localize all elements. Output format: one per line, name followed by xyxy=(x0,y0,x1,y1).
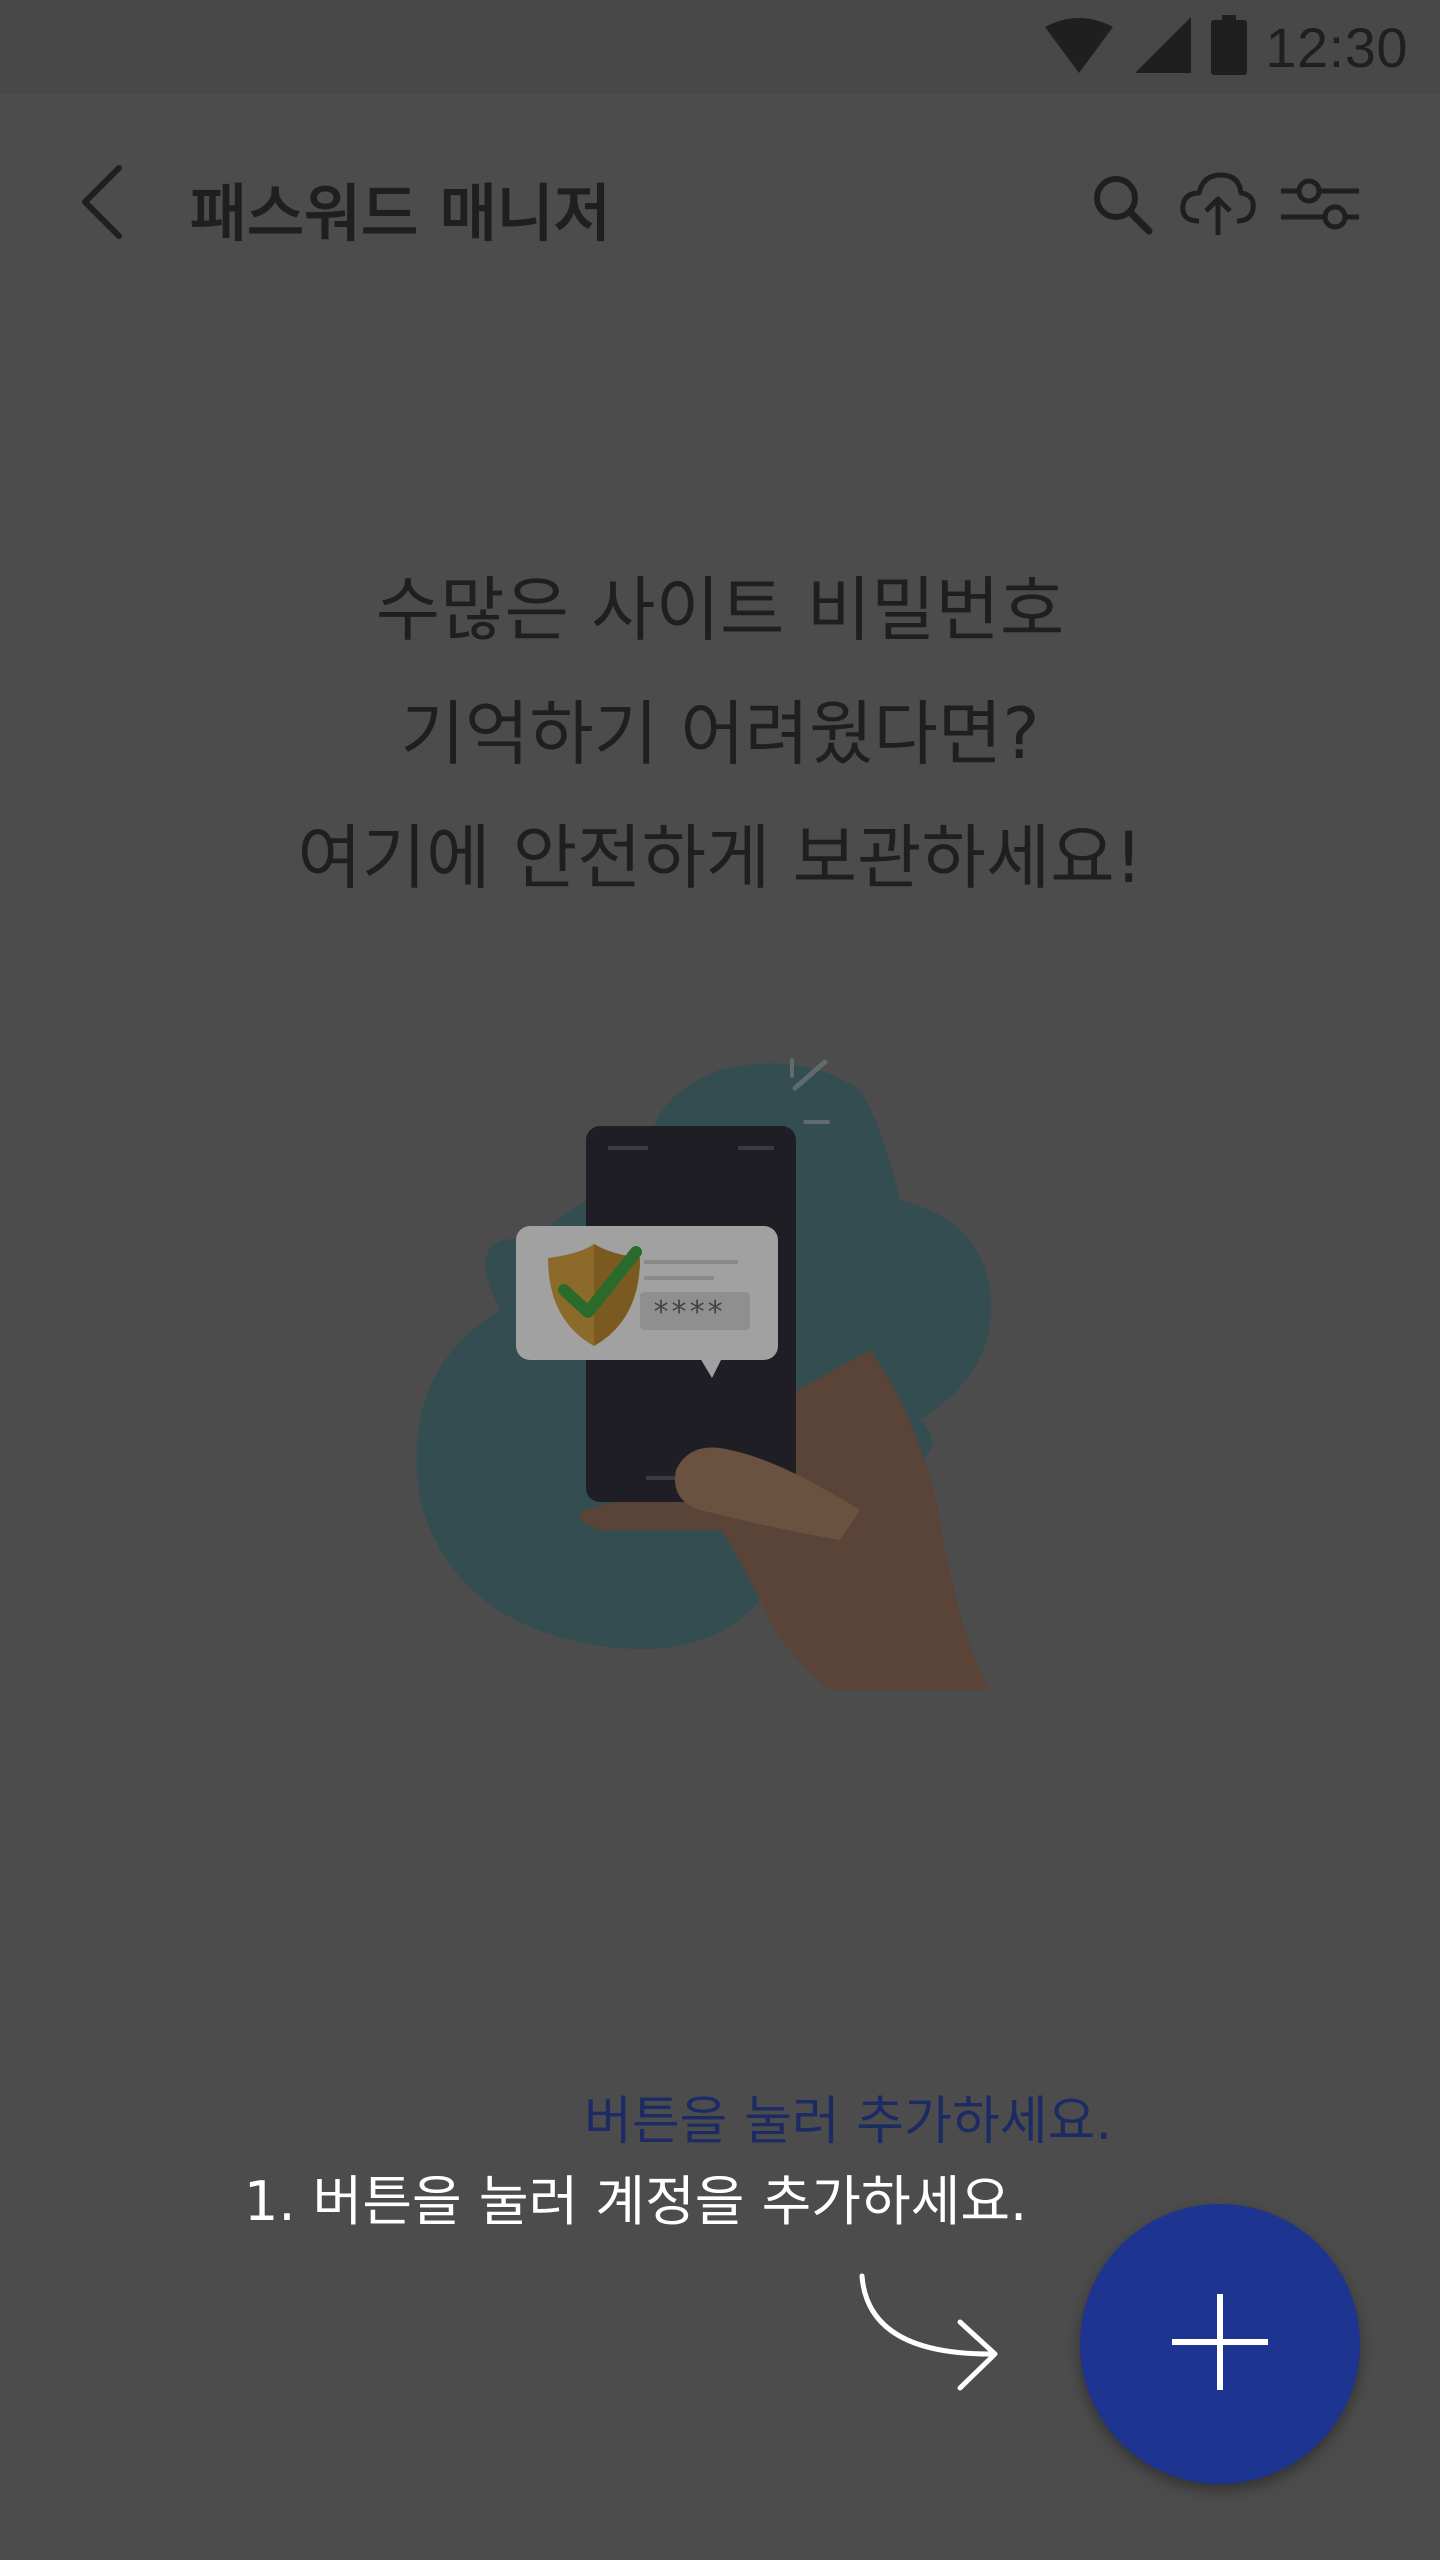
empty-state-illustration: **** xyxy=(400,1040,1020,1730)
password-mask-text: **** xyxy=(652,1295,724,1330)
hint-behind-overlay: 버튼을 눌러 추가하세요. xyxy=(584,2092,1112,2152)
battery-icon xyxy=(1211,15,1248,79)
empty-state-line-1: 수많은 사이트 비밀번호 xyxy=(375,569,1065,651)
plus-icon xyxy=(1170,2292,1270,2396)
filter-settings-button[interactable] xyxy=(1278,164,1362,248)
filter-settings-icon xyxy=(1279,173,1361,239)
search-icon xyxy=(1091,173,1153,239)
empty-state-line-3: 여기에 안전하게 보관하세요! xyxy=(297,817,1143,899)
status-bar: 12:30 xyxy=(0,0,1440,94)
signal-icon xyxy=(1133,15,1193,79)
curved-arrow-icon xyxy=(850,2270,1010,2400)
coach-mark-hint: 1. 버튼을 눌러 계정을 추가하세요. xyxy=(244,2170,1028,2233)
empty-state-message: 수많은 사이트 비밀번호 기억하기 어려웠다면? 여기에 안전하게 보관하세요! xyxy=(120,548,1320,920)
cloud-upload-icon xyxy=(1179,171,1257,241)
back-arrow-icon xyxy=(77,164,127,244)
empty-state-line-2: 기억하기 어려웠다면? xyxy=(400,693,1040,775)
status-icons: 12:30 xyxy=(1043,14,1408,80)
add-account-button[interactable] xyxy=(1080,2204,1360,2484)
back-button[interactable] xyxy=(60,162,144,246)
page-title: 패스워드 매니저 xyxy=(190,177,611,250)
wifi-icon xyxy=(1043,15,1115,79)
app-bar: 패스워드 매니저 xyxy=(0,94,1440,334)
cloud-upload-button[interactable] xyxy=(1176,164,1260,248)
clock: 12:30 xyxy=(1265,15,1408,79)
search-button[interactable] xyxy=(1080,164,1164,248)
